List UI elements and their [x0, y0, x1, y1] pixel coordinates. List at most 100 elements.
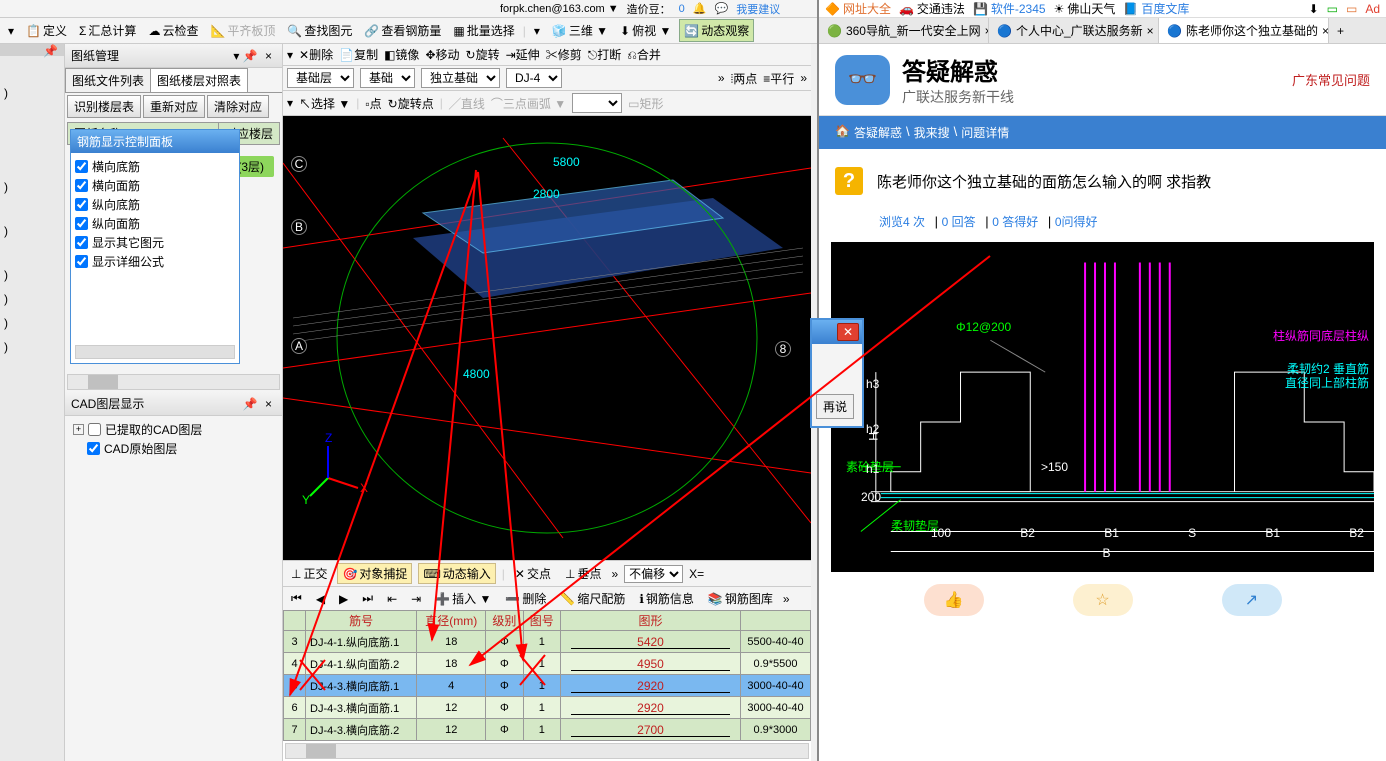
- user-email[interactable]: forpk.chen@163.com ▼: [500, 3, 619, 15]
- batch-select-button[interactable]: ▦ 批量选择: [449, 20, 518, 41]
- rect-button[interactable]: ▭矩形: [628, 95, 663, 112]
- identify-floor-button[interactable]: 识别楼层表: [67, 95, 141, 118]
- check-detail-formula[interactable]: 显示详细公式: [75, 252, 235, 271]
- two-point-button[interactable]: ⦙两点: [731, 70, 758, 87]
- dyn-input-button[interactable]: ⌨动态输入: [418, 563, 495, 584]
- tree-extracted-layer[interactable]: +已提取的CAD图层: [69, 420, 278, 439]
- point-button[interactable]: ▫点: [365, 95, 381, 112]
- dropdown-icon[interactable]: ▾: [287, 96, 293, 110]
- h-scrollbar[interactable]: [67, 374, 280, 390]
- talk-later-button[interactable]: 再说: [816, 394, 854, 419]
- bookmark-item[interactable]: 📘百度文库: [1123, 0, 1189, 17]
- arc-button[interactable]: ⌒三点画弧 ▼: [491, 95, 566, 112]
- good-question-stat[interactable]: 0问得好: [1055, 215, 1098, 229]
- nav-icon[interactable]: ⇤: [383, 591, 401, 607]
- osnap-button[interactable]: 🎯对象捕捉: [337, 563, 412, 584]
- ext-icon[interactable]: ▭: [1327, 2, 1338, 16]
- chat-icon[interactable]: 💬: [715, 2, 729, 15]
- bookmark-item[interactable]: 🔶网址大全: [825, 0, 891, 17]
- breadcrumb-link[interactable]: 问题详情: [961, 124, 1009, 141]
- ext-icon[interactable]: ▭: [1346, 2, 1357, 16]
- merge-button[interactable]: ⎌合并: [627, 46, 661, 63]
- define-button[interactable]: 📋 定义: [22, 20, 71, 41]
- nav-icon[interactable]: ⇥: [407, 591, 425, 607]
- pin-icon[interactable]: 📌: [243, 397, 258, 411]
- copy-button[interactable]: 📄复制: [339, 46, 378, 63]
- ext-icon[interactable]: ⬇: [1309, 2, 1319, 16]
- trim-button[interactable]: ✂修剪: [546, 46, 582, 63]
- next-icon[interactable]: ▶: [335, 591, 352, 607]
- bookmark-item[interactable]: ☀佛山天气: [1054, 0, 1116, 17]
- pin-icon[interactable]: 📌: [0, 44, 64, 56]
- share-button[interactable]: ↗: [1222, 584, 1282, 616]
- answers-stat[interactable]: 0 回答: [942, 215, 976, 229]
- select-button[interactable]: ↖选择 ▼: [299, 95, 350, 112]
- rematch-button[interactable]: 重新对应: [143, 95, 205, 118]
- favorite-button[interactable]: ☆: [1073, 584, 1133, 616]
- tab-file-list[interactable]: 图纸文件列表: [65, 68, 151, 92]
- tree-original-layer[interactable]: CAD原始图层: [69, 439, 278, 458]
- clear-match-button[interactable]: 清除对应: [207, 95, 269, 118]
- rebar-lib-button[interactable]: 📚钢筋图库: [704, 589, 777, 608]
- flat-top-button[interactable]: 📐 平齐板顶: [206, 20, 279, 41]
- browser-tab[interactable]: 🟢360导航_新一代安全上网 ×: [819, 18, 989, 43]
- breadcrumb-link[interactable]: 答疑解惑: [854, 124, 902, 141]
- dropdown-arrow-icon[interactable]: ▾: [4, 22, 18, 40]
- close-icon[interactable]: ✕: [837, 323, 859, 341]
- table-row[interactable]: 4DJ-4-1.纵向面筋.218Φ149500.9*5500: [284, 653, 811, 675]
- pin-icon[interactable]: 📌: [243, 49, 258, 63]
- check-vert-top[interactable]: 纵向面筋: [75, 214, 235, 233]
- view-rebar-button[interactable]: 🔗 查看钢筋量: [360, 20, 445, 41]
- table-row[interactable]: 5DJ-4-3.横向底筋.14Φ129203000-40-40: [284, 675, 811, 697]
- bookmark-item[interactable]: 🚗交通违法: [899, 0, 965, 17]
- close-icon[interactable]: ×: [261, 49, 276, 63]
- tab-floor-table[interactable]: 图纸楼层对照表: [150, 68, 248, 92]
- thumbs-up-button[interactable]: 👍: [924, 584, 984, 616]
- empty-select[interactable]: [572, 93, 622, 113]
- table-row[interactable]: 6DJ-4-3.横向面筋.112Φ129203000-40-40: [284, 697, 811, 719]
- browser-tab[interactable]: 🔵个人中心_广联达服务新 ×: [989, 18, 1159, 43]
- chevron-icon[interactable]: »: [800, 71, 807, 85]
- dynamic-view-button[interactable]: 🔄 动态观察: [679, 19, 754, 42]
- scale-rebar-button[interactable]: 📏缩尺配筋: [556, 589, 629, 608]
- sum-calc-button[interactable]: Σ 汇总计算: [75, 20, 140, 41]
- overlook-button[interactable]: ⬇ 俯视 ▼: [616, 20, 675, 41]
- break-button[interactable]: ⎋打断: [588, 46, 622, 63]
- table-h-scrollbar[interactable]: [285, 743, 809, 759]
- extend-button[interactable]: ⇥延伸: [506, 46, 540, 63]
- perp-button[interactable]: ⊥垂点: [561, 564, 605, 583]
- cloud-check-button[interactable]: ☁ 云检查: [144, 20, 202, 41]
- delete-button[interactable]: ➖删除: [501, 589, 550, 608]
- 3d-viewport[interactable]: X Y Z 5800 2800 4800 A B C 8: [283, 116, 811, 560]
- rebar-info-button[interactable]: ℹ钢筋信息: [635, 589, 698, 608]
- dropdown-icon[interactable]: ▾: [233, 49, 239, 63]
- rotate-point-button[interactable]: ↻旋转点: [388, 95, 434, 112]
- last-icon[interactable]: ⏭: [358, 590, 377, 607]
- table-row[interactable]: 3DJ-4-1.纵向底筋.118Φ154205500-40-40: [284, 631, 811, 653]
- dropdown-icon[interactable]: ▾: [530, 22, 544, 40]
- view-3d-button[interactable]: 🧊 三维 ▼: [548, 20, 612, 41]
- chevron-icon[interactable]: »: [783, 592, 790, 606]
- component-select[interactable]: DJ-4: [506, 68, 562, 88]
- suggest-link[interactable]: 我要建议: [736, 1, 780, 17]
- intersect-button[interactable]: ✕交点: [511, 564, 555, 583]
- check-other-entity[interactable]: 显示其它图元: [75, 233, 235, 252]
- check-horiz-top[interactable]: 横向面筋: [75, 176, 235, 195]
- prev-icon[interactable]: ◀: [312, 591, 329, 607]
- browser-tab[interactable]: 🔵陈老师你这个独立基础的 ×: [1159, 18, 1329, 43]
- category-select[interactable]: 基础: [360, 68, 415, 88]
- bookmark-item[interactable]: 💾软件-2345: [973, 0, 1046, 17]
- first-icon[interactable]: ⏮: [287, 590, 306, 607]
- offset-select[interactable]: 不偏移: [624, 565, 683, 583]
- find-entity-button[interactable]: 🔍 查找图元: [283, 20, 356, 41]
- breadcrumb-link[interactable]: 我来搜: [914, 124, 950, 141]
- move-button[interactable]: ✥移动: [425, 46, 459, 63]
- check-vert-bottom[interactable]: 纵向底筋: [75, 195, 235, 214]
- region-link[interactable]: 广东常见问题: [1292, 70, 1370, 89]
- ortho-button[interactable]: ⊥正交: [287, 564, 331, 583]
- mirror-button[interactable]: ◧镜像: [384, 46, 419, 63]
- chevron-icon[interactable]: »: [718, 71, 725, 85]
- delete-button[interactable]: ✕删除: [299, 46, 333, 63]
- line-button[interactable]: ╱直线: [449, 95, 485, 112]
- type-select[interactable]: 独立基础: [421, 68, 500, 88]
